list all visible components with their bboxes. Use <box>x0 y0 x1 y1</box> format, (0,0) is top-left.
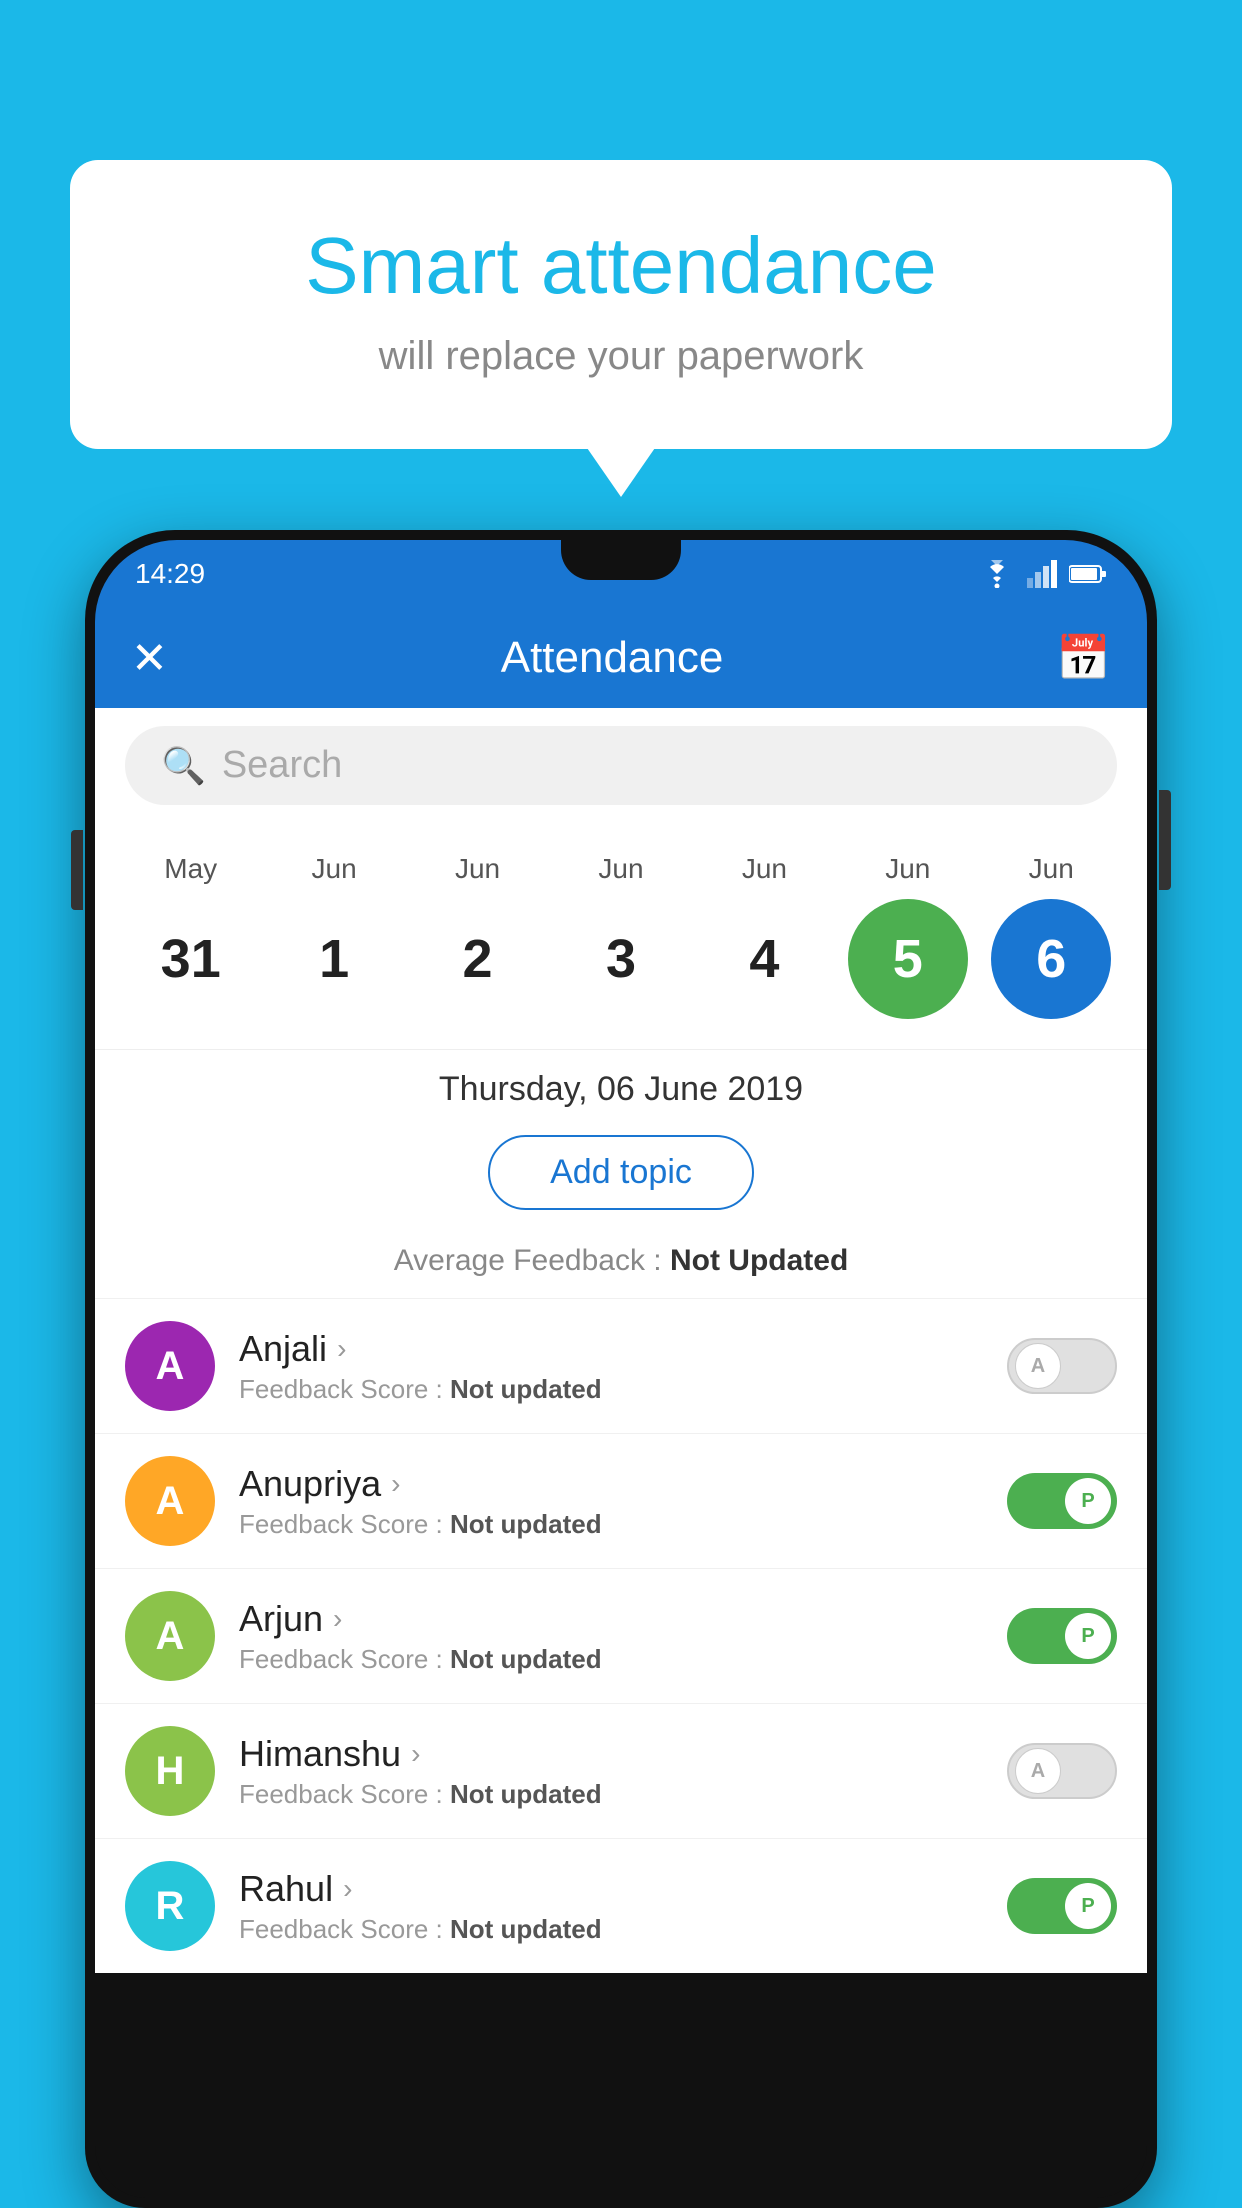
close-button[interactable]: ✕ <box>131 633 168 684</box>
bubble-title: Smart attendance <box>150 220 1092 312</box>
chevron-icon-0: › <box>337 1333 346 1365</box>
feedback-label: Average Feedback : <box>394 1244 670 1277</box>
calendar-section: May Jun Jun Jun Jun Jun Jun 31123456 <box>95 823 1147 1049</box>
cal-month-3: Jun <box>561 853 681 885</box>
status-time: 14:29 <box>135 558 205 590</box>
app-bar-title: Attendance <box>501 633 724 683</box>
cal-month-0: May <box>131 853 251 885</box>
toggle-container-1: P <box>1007 1473 1117 1529</box>
attendance-toggle-4[interactable]: P <box>1007 1878 1117 1934</box>
student-info-4: Rahul › Feedback Score : Not updated <box>239 1868 983 1945</box>
toggle-container-0: A <box>1007 1338 1117 1394</box>
student-avatar-0: A <box>125 1321 215 1411</box>
phone-screen: 14:29 <box>95 540 1147 2198</box>
speech-bubble: Smart attendance will replace your paper… <box>70 160 1172 449</box>
search-bar[interactable]: 🔍 Search <box>125 726 1117 805</box>
cal-day-0[interactable]: 31 <box>131 899 251 1019</box>
cal-month-5: Jun <box>848 853 968 885</box>
student-feedback-1: Feedback Score : Not updated <box>239 1509 983 1540</box>
phone-frame: 14:29 <box>85 530 1157 2208</box>
student-feedback-3: Feedback Score : Not updated <box>239 1779 983 1810</box>
status-icons <box>979 560 1107 588</box>
student-name-4: Rahul › <box>239 1868 983 1910</box>
chevron-icon-2: › <box>333 1603 342 1635</box>
calendar-button[interactable]: 📅 <box>1056 632 1111 684</box>
student-row-3[interactable]: H Himanshu › Feedback Score : Not updated A <box>95 1703 1147 1838</box>
notch <box>561 540 681 580</box>
cal-month-6: Jun <box>991 853 1111 885</box>
student-feedback-2: Feedback Score : Not updated <box>239 1644 983 1675</box>
student-info-3: Himanshu › Feedback Score : Not updated <box>239 1733 983 1810</box>
volume-button <box>71 830 83 910</box>
attendance-toggle-0[interactable]: A <box>1007 1338 1117 1394</box>
attendance-toggle-3[interactable]: A <box>1007 1743 1117 1799</box>
chevron-icon-3: › <box>411 1738 420 1770</box>
student-avatar-2: A <box>125 1591 215 1681</box>
app-bar: ✕ Attendance 📅 <box>95 608 1147 708</box>
student-row-1[interactable]: A Anupriya › Feedback Score : Not updated P <box>95 1433 1147 1568</box>
student-avatar-1: A <box>125 1456 215 1546</box>
speech-bubble-container: Smart attendance will replace your paper… <box>70 160 1172 449</box>
battery-icon <box>1069 563 1107 585</box>
toggle-knob-4: P <box>1065 1883 1111 1929</box>
calendar-days: 31123456 <box>95 891 1147 1039</box>
students-list: AAnjali ›Feedback Score : Not updatedAAA… <box>95 1298 1147 1973</box>
student-name-1: Anupriya › <box>239 1463 983 1505</box>
chevron-icon-1: › <box>391 1468 400 1500</box>
cal-day-3[interactable]: 3 <box>561 899 681 1019</box>
search-container: 🔍 Search <box>95 708 1147 823</box>
add-topic-button[interactable]: Add topic <box>488 1135 754 1210</box>
cal-day-5[interactable]: 5 <box>848 899 968 1019</box>
student-row-4[interactable]: R Rahul › Feedback Score : Not updated P <box>95 1838 1147 1973</box>
toggle-container-2: P <box>1007 1608 1117 1664</box>
toggle-knob-3: A <box>1015 1748 1061 1794</box>
student-avatar-3: H <box>125 1726 215 1816</box>
signal-icon <box>1027 560 1057 588</box>
calendar-months: May Jun Jun Jun Jun Jun Jun <box>95 843 1147 891</box>
student-info-0: Anjali › Feedback Score : Not updated <box>239 1328 983 1405</box>
student-name-3: Himanshu › <box>239 1733 983 1775</box>
toggle-knob-1: P <box>1065 1478 1111 1524</box>
cal-day-1[interactable]: 1 <box>274 899 394 1019</box>
student-info-2: Arjun › Feedback Score : Not updated <box>239 1598 983 1675</box>
toggle-container-3: A <box>1007 1743 1117 1799</box>
cal-day-2[interactable]: 2 <box>418 899 538 1019</box>
cal-month-2: Jun <box>418 853 538 885</box>
toggle-knob-0: A <box>1015 1343 1061 1389</box>
student-name-2: Arjun › <box>239 1598 983 1640</box>
chevron-icon-4: › <box>343 1873 352 1905</box>
cal-month-4: Jun <box>704 853 824 885</box>
power-button <box>1159 790 1171 890</box>
student-feedback-4: Feedback Score : Not updated <box>239 1914 983 1945</box>
feedback-value: Not Updated <box>670 1244 848 1277</box>
toggle-container-4: P <box>1007 1878 1117 1934</box>
attendance-toggle-1[interactable]: P <box>1007 1473 1117 1529</box>
attendance-toggle-2[interactable]: P <box>1007 1608 1117 1664</box>
bubble-subtitle: will replace your paperwork <box>150 334 1092 379</box>
search-input[interactable]: Search <box>222 744 342 787</box>
add-topic-container: Add topic <box>95 1125 1147 1230</box>
student-name-0: Anjali › <box>239 1328 983 1370</box>
cal-day-6[interactable]: 6 <box>991 899 1111 1019</box>
student-row-0[interactable]: A Anjali › Feedback Score : Not updated A <box>95 1298 1147 1433</box>
date-header: Thursday, 06 June 2019 <box>95 1049 1147 1125</box>
student-row-2[interactable]: A Arjun › Feedback Score : Not updated P <box>95 1568 1147 1703</box>
feedback-summary: Average Feedback : Not Updated <box>95 1230 1147 1298</box>
status-bar: 14:29 <box>95 540 1147 608</box>
student-info-1: Anupriya › Feedback Score : Not updated <box>239 1463 983 1540</box>
toggle-knob-2: P <box>1065 1613 1111 1659</box>
cal-day-4[interactable]: 4 <box>704 899 824 1019</box>
student-avatar-4: R <box>125 1861 215 1951</box>
wifi-icon <box>979 560 1015 588</box>
search-icon: 🔍 <box>161 745 206 787</box>
student-feedback-0: Feedback Score : Not updated <box>239 1374 983 1405</box>
cal-month-1: Jun <box>274 853 394 885</box>
